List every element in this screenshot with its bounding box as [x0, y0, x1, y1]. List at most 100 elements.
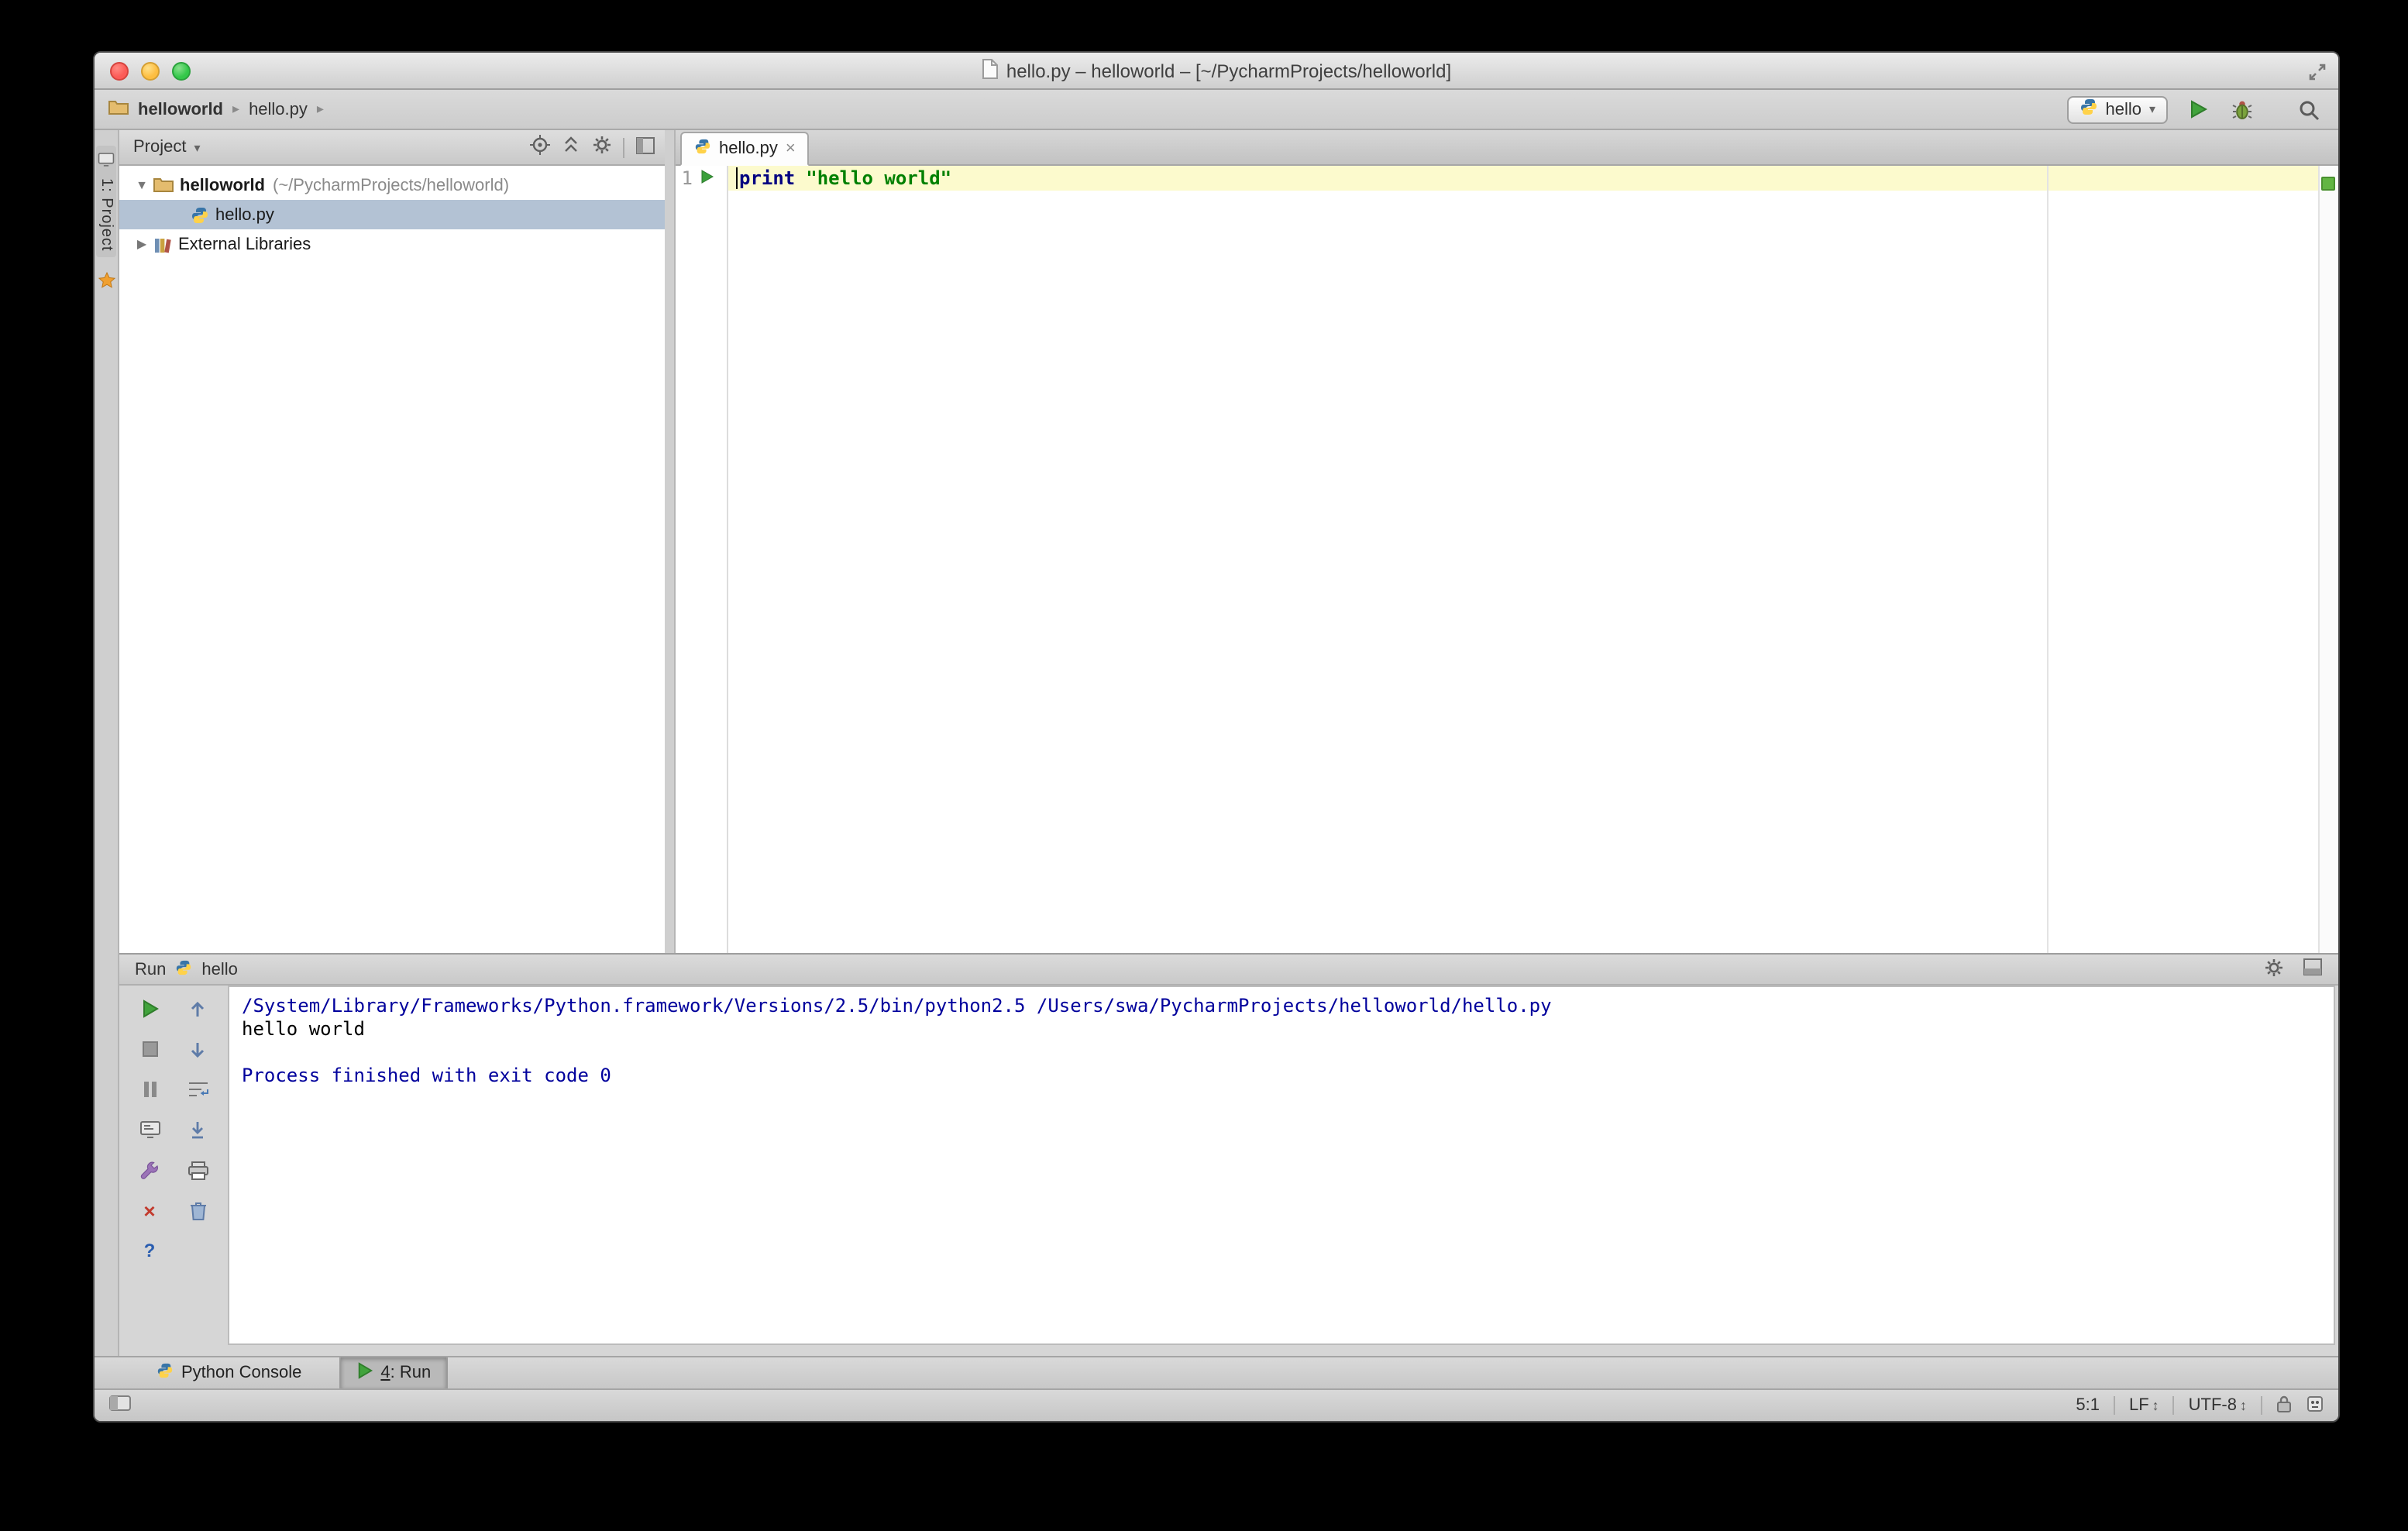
- document-icon: [982, 58, 999, 83]
- run-toolwindow-mnemonic: 4: [380, 1364, 390, 1382]
- run-button[interactable]: [2182, 94, 2213, 125]
- stop-button[interactable]: [136, 1037, 163, 1061]
- encoding-widget[interactable]: UTF-8 ↕: [2189, 1396, 2247, 1415]
- breadcrumb-item-helloworld[interactable]: helloworld: [138, 100, 223, 119]
- minimize-window-button[interactable]: [141, 62, 160, 81]
- inspection-scrollbar[interactable]: [2318, 166, 2338, 953]
- python-console-label: Python Console: [181, 1364, 302, 1382]
- run-toolbar-column-1: × ?: [126, 996, 174, 1356]
- pycharm-window: hello.py – helloworld – [~/PycharmProjec…: [93, 51, 2340, 1423]
- code-editor[interactable]: 1 print "hello world": [676, 166, 2338, 953]
- close-console-button[interactable]: ×: [136, 1198, 163, 1223]
- line-separator-value: LF: [2128, 1396, 2149, 1415]
- run-toolwindow-label-text: : Run: [390, 1364, 432, 1382]
- tree-node-path: (~/PycharmProjects/helloworld): [273, 176, 510, 194]
- traffic-lights: [110, 62, 191, 81]
- project-toolwindow-button[interactable]: 1: Project: [96, 146, 116, 258]
- print-button[interactable]: [184, 1158, 211, 1182]
- debug-button[interactable]: [2227, 94, 2258, 125]
- python-file-icon: [191, 205, 209, 224]
- python-icon: [157, 1362, 174, 1384]
- panel-splitter[interactable]: [665, 130, 676, 953]
- project-panel-actions: [530, 135, 655, 160]
- restore-layout-button[interactable]: [136, 1158, 163, 1182]
- left-tool-strip: 1: Project: [95, 130, 119, 1356]
- pause-output-button[interactable]: [136, 1077, 163, 1102]
- bottom-toolwindow-bar: Python Console 4: Run: [95, 1356, 2338, 1388]
- favorites-star-icon[interactable]: [97, 272, 115, 295]
- run-toolbar-column-2: [174, 996, 222, 1356]
- toolbar-right-controls: hello ▾: [2066, 94, 2324, 125]
- folder-icon: [108, 98, 129, 120]
- rerun-button[interactable]: [136, 996, 163, 1021]
- inspections-profile-icon[interactable]: [2306, 1394, 2324, 1417]
- editor-gutter: 1: [676, 166, 728, 953]
- folder-icon: [153, 177, 174, 194]
- run-panel-body: × ? /System/Library/Frameworks/Python.fr…: [119, 986, 2338, 1356]
- code-line-1[interactable]: print "hello world": [728, 166, 2318, 191]
- chevron-right-icon: ▸: [232, 101, 240, 116]
- titlebar[interactable]: hello.py – helloworld – [~/PycharmProjec…: [95, 53, 2338, 90]
- hide-panel-button[interactable]: [2303, 958, 2323, 981]
- search-icon[interactable]: [2293, 94, 2324, 125]
- lock-icon[interactable]: [2276, 1394, 2292, 1417]
- hide-panel-button[interactable]: [635, 136, 655, 159]
- tree-node-name: hello.py: [215, 205, 274, 224]
- right-margin-guide: [2047, 166, 2049, 953]
- breadcrumb-item-hello-py[interactable]: hello.py: [249, 100, 308, 119]
- tree-row-hello-py[interactable]: hello.py: [119, 200, 665, 229]
- gear-icon[interactable]: [2264, 957, 2284, 982]
- tree-row-external-libraries[interactable]: ▶ External Libraries: [119, 229, 665, 259]
- code-area[interactable]: print "hello world": [728, 166, 2318, 953]
- zoom-window-button[interactable]: [172, 62, 191, 81]
- desktop-background: hello.py – helloworld – [~/PycharmProjec…: [0, 0, 2408, 1531]
- line-separator-widget[interactable]: LF ↕: [2129, 1396, 2159, 1415]
- python-console-button[interactable]: Python Console: [141, 1357, 317, 1388]
- help-button[interactable]: ?: [136, 1238, 163, 1263]
- collapse-all-button[interactable]: [561, 135, 581, 160]
- updown-arrows-icon: ↕: [2152, 1398, 2159, 1413]
- tree-row-helloworld[interactable]: ▼ helloworld (~/PycharmProjects/hellowor…: [119, 170, 665, 200]
- close-window-button[interactable]: [110, 62, 129, 81]
- clear-all-button[interactable]: [184, 1198, 211, 1223]
- inspection-status-ok-marker[interactable]: [2321, 177, 2335, 191]
- tree-collapsed-icon[interactable]: ▶: [133, 237, 150, 251]
- caret-position-widget[interactable]: 5:1: [2076, 1396, 2100, 1415]
- soft-wrap-button[interactable]: [184, 1077, 211, 1102]
- console-command-line: /System/Library/Frameworks/Python.framew…: [242, 995, 1552, 1017]
- show-console-button[interactable]: [136, 1117, 163, 1142]
- gear-icon[interactable]: [592, 135, 612, 160]
- code-string: "hello world": [806, 167, 952, 189]
- tree-expanded-icon[interactable]: ▼: [133, 178, 150, 192]
- updown-arrows-icon: ↕: [2240, 1398, 2247, 1413]
- caret-position-value: 5:1: [2076, 1396, 2100, 1415]
- close-icon[interactable]: ×: [786, 139, 796, 158]
- down-stack-trace-button[interactable]: [184, 1037, 211, 1061]
- run-icon: [356, 1362, 373, 1384]
- editor-tab-bar: hello.py ×: [676, 130, 2338, 166]
- up-stack-trace-button[interactable]: [184, 996, 211, 1021]
- fullscreen-arrows-icon[interactable]: [2307, 62, 2327, 87]
- status-widgets: 5:1 LF ↕ UTF-8 ↕: [2076, 1394, 2324, 1417]
- run-toolwindow-button[interactable]: 4: Run: [339, 1357, 449, 1388]
- scroll-to-end-button[interactable]: [184, 1117, 211, 1142]
- project-view-label: Project: [133, 138, 187, 157]
- project-view-selector[interactable]: Project ▾: [129, 136, 205, 158]
- toolwindow-toggle-icon[interactable]: [108, 1395, 132, 1416]
- window-title-text: hello.py – helloworld – [~/PycharmProjec…: [1006, 60, 1452, 81]
- run-console-output[interactable]: /System/Library/Frameworks/Python.framew…: [228, 986, 2335, 1345]
- right-column: Project ▾ ▼ helloworld (~/PycharmProject…: [119, 130, 2338, 1356]
- text-caret: [736, 167, 738, 189]
- scroll-from-source-button[interactable]: [530, 135, 550, 160]
- editor-tab-hello-py[interactable]: hello.py ×: [680, 132, 810, 166]
- status-divider: [2261, 1396, 2262, 1415]
- run-configuration-selector[interactable]: hello ▾: [2066, 95, 2168, 123]
- chevron-down-icon: ▾: [194, 140, 201, 154]
- run-configuration-name: hello: [2105, 100, 2141, 119]
- status-bar: 5:1 LF ↕ UTF-8 ↕: [95, 1388, 2338, 1421]
- run-line-icon[interactable]: [700, 167, 714, 189]
- chevron-down-icon: ▾: [2148, 102, 2155, 116]
- python-icon: [2079, 98, 2097, 121]
- main-content: 1: Project Project ▾ ▼ helloworld (~/Pyc…: [95, 130, 2338, 1356]
- editor-area: hello.py × 1 print "hello world": [676, 130, 2338, 953]
